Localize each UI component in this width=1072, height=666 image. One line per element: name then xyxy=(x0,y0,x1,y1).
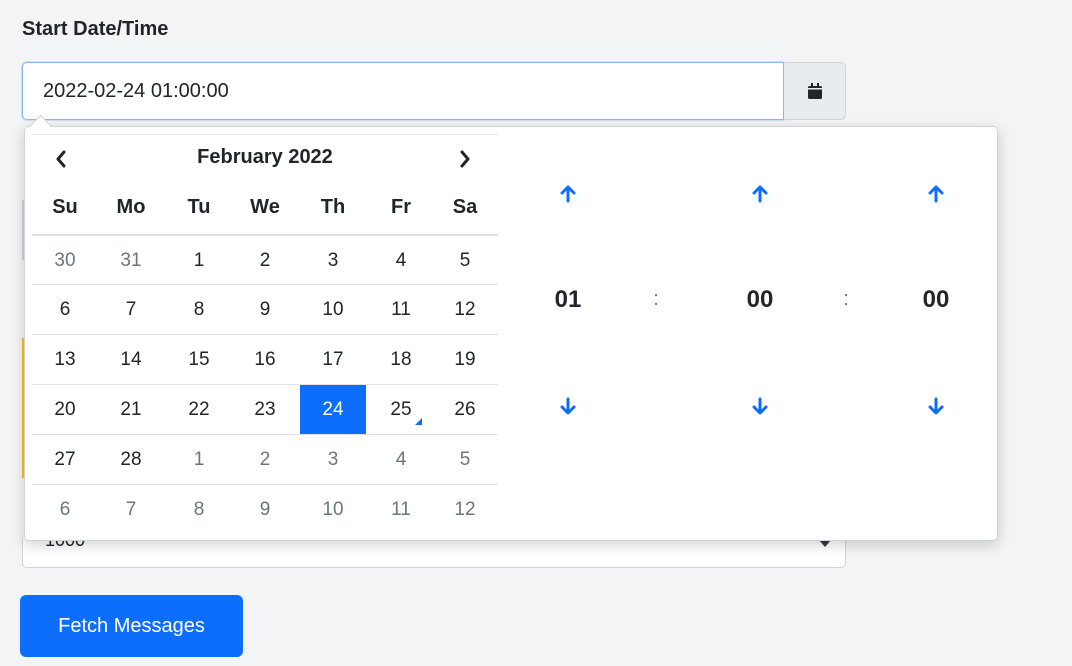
calendar-day[interactable]: 23 xyxy=(232,385,298,435)
chevron-down-icon xyxy=(819,540,831,547)
calendar-day[interactable]: 17 xyxy=(300,335,366,385)
calendar-day[interactable]: 9 xyxy=(232,485,298,535)
arrow-up-icon xyxy=(928,185,944,203)
calendar-day[interactable]: 28 xyxy=(98,435,164,485)
weekday-label: Th xyxy=(320,196,346,218)
seconds-value[interactable]: 00 xyxy=(906,286,966,314)
calendar-week-row: 6 7 8 9 10 11 12 xyxy=(32,484,498,535)
calendar-day[interactable]: 10 xyxy=(300,285,366,335)
calendar-day[interactable]: 22 xyxy=(166,385,232,435)
hours-value[interactable]: 01 xyxy=(538,286,598,314)
field-label: Start Date/Time xyxy=(22,18,169,40)
fetch-messages-button[interactable]: Fetch Messages xyxy=(20,595,243,657)
calendar: February 2022 Su Mo Tu We Th Fr Sa 30 31 1 2 3 4 5 6 7… xyxy=(32,134,498,532)
calendar-day[interactable]: 12 xyxy=(432,285,498,335)
calendar-day[interactable]: 18 xyxy=(368,335,434,385)
arrow-up-icon xyxy=(752,185,768,203)
calendar-toggle-button[interactable] xyxy=(784,62,846,120)
increment-hours-button[interactable] xyxy=(538,174,598,214)
time-separator: : xyxy=(653,288,659,310)
arrow-down-icon xyxy=(560,397,576,415)
calendar-week-row: 20 21 22 23 24 25 26 xyxy=(32,384,498,435)
calendar-day[interactable]: 14 xyxy=(98,335,164,385)
minutes-value[interactable]: 00 xyxy=(730,286,790,314)
time-separator: : xyxy=(843,288,849,310)
decrement-minutes-button[interactable] xyxy=(730,386,790,426)
weekday-label: Mo xyxy=(116,196,146,218)
arrow-down-icon xyxy=(928,397,944,415)
selected-day[interactable]: 24 xyxy=(300,385,366,435)
calendar-day[interactable]: 10 xyxy=(300,485,366,535)
calendar-day[interactable]: 21 xyxy=(98,385,164,435)
calendar-day[interactable]: 20 xyxy=(32,385,98,435)
calendar-header: February 2022 xyxy=(32,134,498,185)
arrow-up-icon xyxy=(560,185,576,203)
weekday-label: Tu xyxy=(187,196,211,218)
datetime-input[interactable] xyxy=(22,62,784,120)
weekday-label: Sa xyxy=(452,196,478,218)
calendar-day[interactable]: 4 xyxy=(368,435,434,485)
calendar-day[interactable]: 3 xyxy=(300,435,366,485)
next-month-button[interactable] xyxy=(450,144,480,174)
weekday-label: Su xyxy=(52,196,78,218)
calendar-week-row: 6 7 8 9 10 11 12 xyxy=(32,284,498,335)
arrow-down-icon xyxy=(752,397,768,415)
calendar-week-row: 30 31 1 2 3 4 5 xyxy=(32,234,498,286)
calendar-day[interactable]: 15 xyxy=(166,335,232,385)
calendar-day[interactable]: 26 xyxy=(432,385,498,435)
calendar-day[interactable]: 12 xyxy=(432,485,498,535)
calendar-day[interactable]: 8 xyxy=(166,285,232,335)
calendar-day[interactable]: 19 xyxy=(432,335,498,385)
calendar-day[interactable]: 4 xyxy=(368,236,434,286)
chevron-right-icon xyxy=(460,150,470,168)
calendar-day[interactable]: 2 xyxy=(232,236,298,286)
calendar-week-row: 13 14 15 16 17 18 19 xyxy=(32,334,498,385)
calendar-day[interactable]: 5 xyxy=(432,435,498,485)
decrement-hours-button[interactable] xyxy=(538,386,598,426)
calendar-week-row: 27 28 1 2 3 4 5 xyxy=(32,434,498,485)
increment-minutes-button[interactable] xyxy=(730,174,790,214)
weekday-label: Fr xyxy=(391,196,411,218)
calendar-day[interactable]: 13 xyxy=(32,335,98,385)
datetime-input-group xyxy=(22,62,846,122)
limit-select[interactable]: 1000 xyxy=(22,538,846,568)
calendar-icon xyxy=(807,83,822,99)
calendar-day[interactable]: 16 xyxy=(232,335,298,385)
calendar-day[interactable]: 3 xyxy=(300,236,366,286)
decrement-seconds-button[interactable] xyxy=(906,386,966,426)
calendar-day[interactable]: 5 xyxy=(432,236,498,286)
calendar-day[interactable]: 1 xyxy=(166,236,232,286)
calendar-day[interactable]: 1 xyxy=(166,435,232,485)
calendar-day[interactable]: 11 xyxy=(368,285,434,335)
calendar-day[interactable]: 9 xyxy=(232,285,298,335)
calendar-day[interactable]: 31 xyxy=(98,236,164,286)
calendar-day[interactable]: 7 xyxy=(98,285,164,335)
calendar-day[interactable]: 27 xyxy=(32,435,98,485)
calendar-day[interactable]: 8 xyxy=(166,485,232,535)
calendar-day[interactable]: 30 xyxy=(32,236,98,286)
month-title[interactable]: February 2022 xyxy=(32,146,498,169)
calendar-day[interactable]: 11 xyxy=(368,485,434,535)
calendar-day[interactable]: 6 xyxy=(32,285,98,335)
calendar-day[interactable]: 6 xyxy=(32,485,98,535)
weekday-label: We xyxy=(250,196,280,218)
calendar-day[interactable]: 7 xyxy=(98,485,164,535)
calendar-day[interactable]: 2 xyxy=(232,435,298,485)
today-day[interactable]: 25 xyxy=(368,385,434,435)
increment-seconds-button[interactable] xyxy=(906,174,966,214)
